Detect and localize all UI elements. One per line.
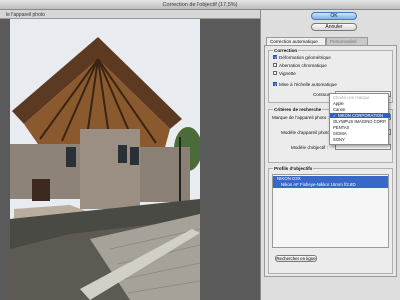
window-titlebar: Correction de l'objectif (17,5%) — [0, 0, 400, 10]
profile-row-lens[interactable]: Nikon AF Fisheye-Nikkor 16mm f/2.8D — [273, 182, 388, 188]
geometric-distortion-checkbox[interactable]: Déformation géométrique — [273, 55, 331, 60]
lens-profiles-title: Profils d'objectifs — [273, 166, 314, 171]
checkbox-label: Mise à l'échelle automatique — [279, 82, 337, 87]
preview-header-label: le l'appareil photo — [6, 12, 46, 18]
window-title: Correction de l'objectif (17,5%) — [162, 2, 238, 8]
preview-area[interactable] — [0, 19, 260, 300]
camera-model-label: Modèle d'appareil photo : — [281, 130, 333, 135]
menu-item-olympus[interactable]: OLYMPUS IMAGING CORP. — [330, 119, 390, 124]
chromatic-aberration-checkbox[interactable]: Aberration chromatique — [273, 63, 327, 68]
checkbox-label: Aberration chromatique — [279, 63, 327, 68]
checkbox-mark — [273, 82, 278, 87]
checkbox-mark — [273, 55, 278, 60]
preview-header: le l'appareil photo — [0, 10, 260, 19]
correction-group-title: Correction — [273, 48, 299, 53]
camera-brand-menu[interactable]: Choisir une marque Apple Canon ✓ NIKON C… — [329, 93, 390, 145]
lens-profiles-group: Profils d'objectifs NIKON D3X Nikon AF F… — [268, 166, 393, 274]
search-online-button[interactable]: Rechercher en ligne — [275, 255, 317, 262]
preview-photo — [10, 19, 200, 300]
menu-item-pentax[interactable]: PENTAX — [330, 125, 390, 130]
checkbox-label: Déformation géométrique — [279, 55, 331, 60]
checkbox-mark — [273, 63, 277, 68]
settings-panel: OK Annuler Correction automatique Person… — [260, 10, 400, 300]
lens-model-label: Modèle d'objectif : — [291, 145, 328, 150]
tab-custom[interactable]: Personnalisé — [326, 37, 368, 45]
profile-row-label: Nikon AF Fisheye-Nikkor 16mm f/2.8D — [281, 182, 356, 187]
menu-item-apple[interactable]: Apple — [330, 101, 390, 106]
tab-auto-correction[interactable]: Correction automatique — [266, 37, 326, 45]
tab-content: Correction Déformation géométrique Aberr… — [264, 45, 397, 277]
profile-row-label: NIKON D3X — [277, 176, 301, 181]
menu-item-sigma[interactable]: SIGMA — [330, 131, 390, 136]
auto-scale-checkbox[interactable]: Mise à l'échelle automatique — [273, 82, 337, 87]
lens-profiles-list[interactable]: NIKON D3X Nikon AF Fisheye-Nikkor 16mm f… — [272, 174, 389, 248]
menu-item-label: NIKON CORPORATION — [337, 113, 383, 118]
checkbox-mark — [273, 71, 277, 76]
vignette-checkbox[interactable]: Vignette — [273, 71, 296, 76]
menu-item-sony[interactable]: SONY — [330, 137, 390, 142]
ok-button[interactable]: OK — [311, 12, 357, 20]
search-criteria-title: Critères de recherche — [273, 107, 323, 112]
menu-item-choose-brand: Choisir une marque — [333, 95, 370, 100]
cancel-button[interactable]: Annuler — [311, 23, 357, 31]
checkbox-label: Vignette — [279, 71, 296, 76]
menu-item-nikon[interactable]: ✓ NIKON CORPORATION — [330, 113, 390, 119]
camera-brand-label: Marque de l'appareil photo : — [272, 115, 329, 120]
menu-item-canon[interactable]: Canon — [330, 107, 390, 112]
